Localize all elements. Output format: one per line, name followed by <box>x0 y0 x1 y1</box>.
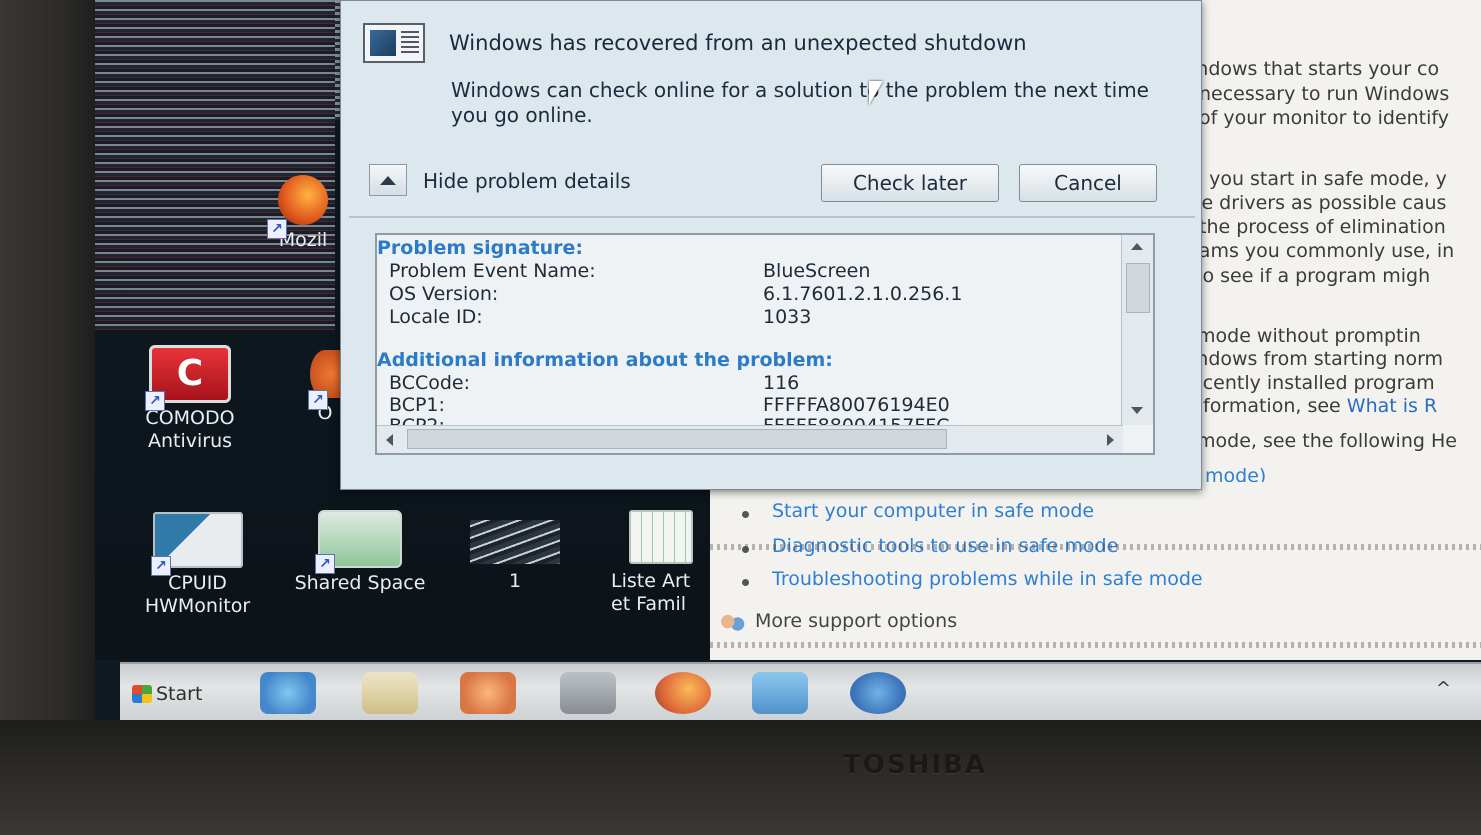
scroll-left-icon[interactable] <box>386 434 393 446</box>
help-text: rams you commonly use, in <box>1191 240 1455 262</box>
help-text: to see if a program migh <box>1195 265 1431 287</box>
shortcut-arrow-icon: ↗ <box>267 219 287 239</box>
help-text: n you start in safe mode, y <box>1191 168 1447 190</box>
hide-details-toggle-button[interactable] <box>369 164 407 196</box>
detail-key: OS Version: <box>389 283 499 305</box>
help-text: nformation, see <box>1191 395 1341 417</box>
detail-key: BCCode: <box>389 372 471 394</box>
desktop-icon-comodo-antivirus[interactable]: C ↗ COMODO Antivirus <box>125 345 255 453</box>
start-label: Start <box>156 683 203 705</box>
problem-signature-heading: Problem signature: <box>377 237 583 259</box>
help-text: ecently installed program <box>1191 372 1435 394</box>
help-text: necessary to run Windows <box>1199 83 1450 105</box>
monitor-bezel-bottom <box>0 720 1481 835</box>
monitor-brand-logo: TOSHIBA <box>843 750 987 780</box>
desktop-icon-cpuid-hwmonitor[interactable]: ↗ CPUID HWMonitor <box>125 512 270 618</box>
explorer-icon[interactable] <box>362 672 418 714</box>
desktop-icon-label: Liste Art <box>611 570 691 592</box>
horizontal-scrollbar[interactable] <box>377 425 1123 453</box>
camera-icon[interactable] <box>560 672 616 714</box>
display-noise <box>710 544 1481 550</box>
help-text: indows from starting norm <box>1191 348 1444 370</box>
desktop-icon-shared-space[interactable]: ↗ Shared Space <box>285 510 435 595</box>
scroll-thumb[interactable] <box>1126 263 1150 313</box>
additional-info-heading: Additional information about the problem… <box>377 349 833 371</box>
troubleshooting-link[interactable]: Troubleshooting problems while in safe m… <box>772 568 1203 590</box>
image-thumbnail-icon <box>470 520 560 564</box>
help-text: ce drivers as possible caus <box>1191 192 1447 214</box>
firefox-icon <box>278 175 328 225</box>
computer-monitor-icon <box>363 23 425 63</box>
shortcut-arrow-icon: ↗ <box>145 391 165 411</box>
scroll-thumb[interactable] <box>407 429 947 449</box>
help-text-with-link: nformation, see What is R <box>1191 395 1437 417</box>
detail-value: 1033 <box>763 306 812 328</box>
chevron-up-icon[interactable]: ^ <box>1436 678 1451 699</box>
start-button[interactable]: Start <box>126 676 226 712</box>
desktop-icon-mozilla[interactable]: ↗ Mozil <box>263 175 343 252</box>
support-icon <box>718 612 746 636</box>
shortcut-arrow-icon: ↗ <box>315 554 335 574</box>
media-player-icon[interactable] <box>460 672 516 714</box>
vertical-scrollbar[interactable] <box>1121 235 1153 425</box>
firefox-icon[interactable] <box>655 672 711 714</box>
help-text: the process of elimination <box>1199 216 1446 238</box>
monitor-bezel-left <box>0 0 95 835</box>
hide-problem-details-link[interactable]: Hide problem details <box>423 169 631 193</box>
desktop-icon-1[interactable]: 1 <box>465 520 565 593</box>
help-links-section: Start your computer in safe mode Diagnos… <box>710 482 1481 660</box>
desktop-icon-label-2: Antivirus <box>147 430 233 452</box>
detail-value: FFFFFA80076194E0 <box>763 394 950 416</box>
help-text: indows that starts your co <box>1191 58 1440 80</box>
start-safe-mode-link[interactable]: Start your computer in safe mode <box>772 500 1094 522</box>
what-is-safe-mode-link[interactable]: What is R <box>1347 395 1437 417</box>
shortcut-arrow-icon: ↗ <box>151 556 171 576</box>
help-icon[interactable] <box>850 672 906 714</box>
screen: ↗ Mozil C ↗ COMODO Antivirus ↗ O ↗ CPUID… <box>95 0 1481 722</box>
detail-value: 6.1.7601.2.1.0.256.1 <box>763 283 963 305</box>
dialog-description: Windows can check online for a solution … <box>451 78 1149 127</box>
detail-key: BCP1: <box>389 394 445 416</box>
taskbar: Start ^ <box>120 662 1481 722</box>
desktop-icon-label: Shared Space <box>294 572 426 594</box>
help-text: mode, see the following He <box>1197 430 1457 452</box>
detail-key: Problem Event Name: <box>389 260 596 282</box>
detail-value: BlueScreen <box>763 260 871 282</box>
scroll-up-icon[interactable] <box>1131 243 1143 250</box>
recovery-dialog: Windows has recovered from an unexpected… <box>340 0 1202 490</box>
desktop-icon-label: CPUID <box>168 572 227 594</box>
help-text: mode without promptin <box>1197 325 1421 347</box>
detail-key: Locale ID: <box>389 306 483 328</box>
display-glitch-area <box>95 0 335 330</box>
desktop-icon-label-2: HWMonitor <box>144 595 251 617</box>
windows-logo-icon <box>132 685 152 703</box>
tasks-icon[interactable] <box>752 672 808 714</box>
scroll-right-icon[interactable] <box>1107 434 1114 446</box>
desktop-icon-label-2: et Famil <box>611 593 687 615</box>
bullet-icon <box>742 579 749 586</box>
scroll-down-icon[interactable] <box>1131 407 1143 414</box>
bullet-icon <box>742 511 749 518</box>
spreadsheet-icon <box>629 510 693 564</box>
detail-value: 116 <box>763 372 800 394</box>
problem-details-box[interactable]: Problem signature: Problem Event Name: B… <box>375 233 1155 455</box>
cancel-button[interactable]: Cancel <box>1019 164 1157 202</box>
desktop-icon-liste-art[interactable]: Liste Art et Famil <box>603 510 703 616</box>
dialog-title: Windows has recovered from an unexpected… <box>449 31 1027 55</box>
ie-icon[interactable] <box>260 672 316 714</box>
divider <box>349 216 1195 218</box>
check-later-button[interactable]: Check later <box>821 164 999 202</box>
help-text: of your monitor to identify <box>1199 107 1450 129</box>
mouse-cursor-icon <box>869 81 883 105</box>
display-noise <box>710 642 1481 648</box>
more-support-options-link[interactable]: More support options <box>755 610 957 632</box>
shortcut-arrow-icon: ↗ <box>308 390 328 410</box>
desktop-icon-label: 1 <box>508 570 522 592</box>
